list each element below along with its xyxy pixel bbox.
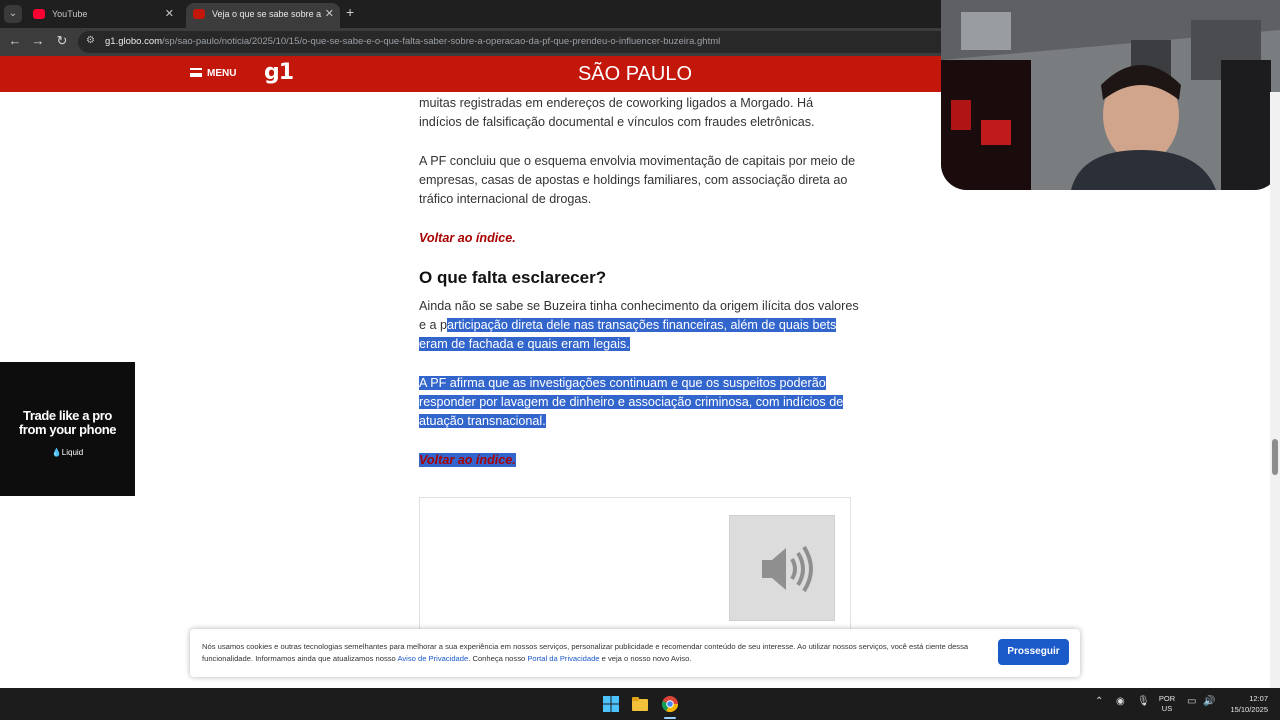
ad-headline: Trade like a pro from your phone [0,409,135,437]
ad-brand: 💧Liquid [0,448,135,457]
network-icon[interactable]: ▭ [1187,696,1196,707]
webcam-overlay [941,0,1280,190]
webcam-image [941,0,1280,190]
url-text[interactable]: g1.globo.com/sp/sao-paulo/noticia/2025/1… [105,36,720,47]
clock-time: 12:07 [1249,694,1268,703]
page-scrollbar[interactable] [1270,92,1280,688]
new-tab-button[interactable]: + [346,4,354,20]
g1-icon [193,9,205,19]
tab-g1-article[interactable]: Veja o que se sabe sobre a operação ✕ [186,3,340,28]
advertisement[interactable]: Trade like a pro from your phone 💧Liquid [0,362,135,496]
close-icon[interactable]: ✕ [165,3,174,25]
clock-date: 15/10/2025 [1230,705,1268,714]
ad-headline-line1: Trade like a pro [23,408,112,423]
tab-youtube[interactable]: YouTube ✕ [26,3,180,28]
g1-logo[interactable]: g1 [264,60,294,85]
site-info-icon[interactable]: ⚙ [86,35,95,46]
cookie-text: Nós usamos cookies e outras tecnologias … [202,641,987,665]
back-to-index-link[interactable]: Voltar ao índice. [419,231,516,245]
back-to-index-link[interactable]: Voltar ao índice. [419,453,516,467]
article-body: muitas registradas em endereços de cowor… [419,92,859,470]
cookie-text-part: . Conheça nosso [468,654,528,663]
microphone-icon[interactable]: 🎙 [1137,696,1150,707]
ad-brand-name: Liquid [61,448,84,457]
tab-title: Veja o que se sabe sobre a operação [212,9,322,19]
system-clock[interactable]: 12:07 15/10/2025 [1222,693,1268,715]
url-path: /sp/sao-paulo/noticia/2025/10/15/o-que-s… [162,36,721,47]
hamburger-icon [190,68,202,77]
privacy-portal-link[interactable]: Portal da Privacidade [527,654,599,663]
tab-title: YouTube [52,9,88,19]
url-domain: g1.globo.com [105,36,163,47]
os-taskbar: ⌃ ◉ 🎙 POR US ▭ 🔊 12:07 15/10/2025 [0,688,1280,720]
chevron-up-icon[interactable]: ⌃ [1095,696,1103,707]
section-heading: O que falta esclarecer? [419,268,607,287]
file-explorer-icon[interactable] [631,695,649,713]
layout-code: US [1161,704,1173,713]
cookie-text-part: e veja o nosso novo Aviso. [599,654,692,663]
forward-icon[interactable]: → [30,33,46,48]
language-code: POR [1158,694,1176,703]
accept-cookies-button[interactable]: Prosseguir [998,639,1069,665]
discord-icon[interactable]: ◉ [1116,696,1125,707]
article-paragraph: A PF concluiu que o esquema envolvia mov… [419,154,856,206]
article-paragraph: muitas registradas em endereços de cowor… [419,96,815,129]
menu-label: MENU [207,68,237,79]
article-paragraph: Ainda não se sabe se Buzeira tinha conhe… [419,297,859,354]
audio-player-embed[interactable] [419,497,851,637]
ad-headline-line2: from your phone [18,422,117,437]
scrollbar-thumb[interactable] [1272,439,1278,475]
section-title[interactable]: SÃO PAULO [560,63,710,86]
audio-thumbnail[interactable] [729,515,835,621]
volume-icon[interactable]: 🔊 [1203,696,1215,707]
keyboard-language[interactable]: POR US [1156,694,1178,714]
close-icon[interactable]: ✕ [325,3,334,25]
back-icon[interactable]: ← [7,33,23,48]
chrome-icon[interactable] [661,695,679,713]
active-app-indicator [664,717,676,719]
selected-text: articipação direta dele nas transações f… [419,318,837,351]
youtube-icon [33,9,45,19]
tab-search-button[interactable]: ⌄ [4,5,22,23]
reload-icon[interactable]: ↻ [54,33,70,49]
selected-text: A PF afirma que as investigações continu… [419,376,844,428]
menu-button[interactable]: MENU [190,68,236,79]
cookie-banner: Nós usamos cookies e outras tecnologias … [190,629,1080,677]
speaker-icon [762,545,813,593]
droplet-icon: 💧 [51,448,62,457]
privacy-notice-link[interactable]: Aviso de Privacidade [397,654,468,663]
windows-start-icon[interactable] [602,695,620,713]
